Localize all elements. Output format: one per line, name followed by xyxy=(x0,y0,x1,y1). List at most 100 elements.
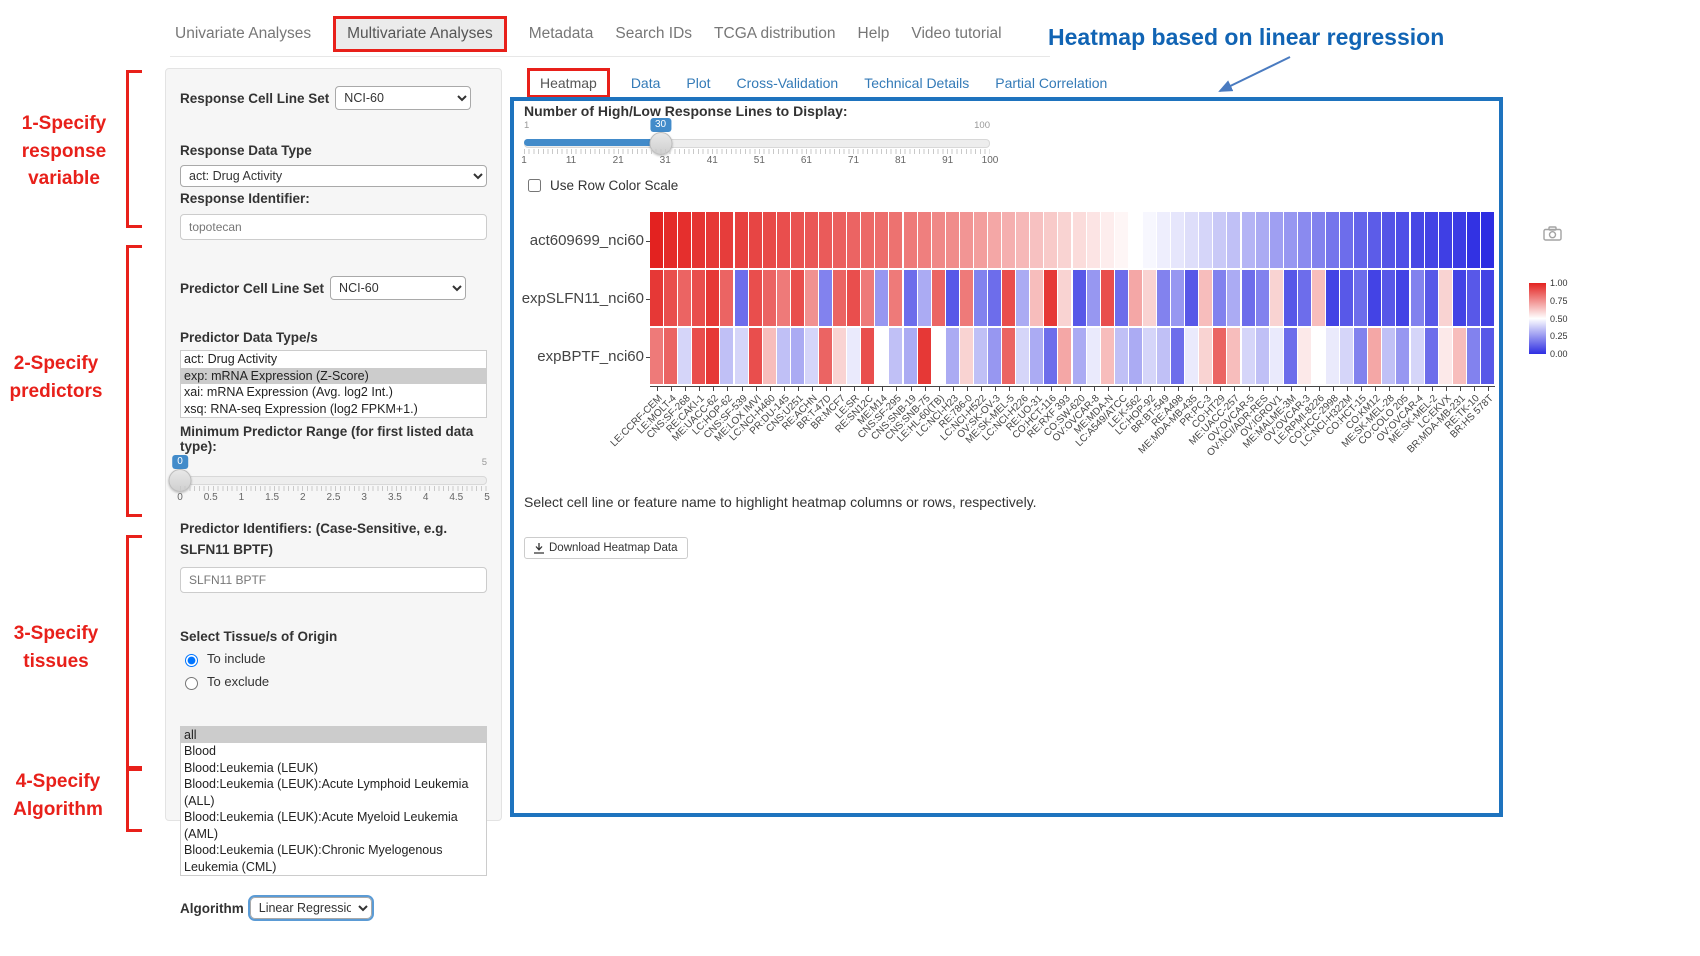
col-tick xyxy=(1488,387,1489,391)
tissue-option[interactable]: Blood:Leukemia (LEUK) xyxy=(181,760,486,777)
heatmap-cell xyxy=(735,270,748,326)
nav-item-multivariate-analyses[interactable]: Multivariate Analyses xyxy=(333,16,507,52)
slider-value-bubble: 30 xyxy=(650,118,671,132)
heatmap-cell xyxy=(805,328,818,384)
tab-plot[interactable]: Plot xyxy=(673,68,723,98)
heatmap-cell xyxy=(1270,270,1283,326)
slider-tick-label: 21 xyxy=(613,155,624,166)
nav-item-help[interactable]: Help xyxy=(858,25,890,43)
heatmap-cell xyxy=(1256,270,1269,326)
heatmap-row-label[interactable]: expBPTF_nci60 xyxy=(500,348,644,365)
nav-item-univariate-analyses[interactable]: Univariate Analyses xyxy=(175,25,311,43)
exclude-radio-input[interactable] xyxy=(185,677,198,690)
heatmap-cell xyxy=(1284,328,1297,384)
algorithm-select[interactable]: Linear Regression xyxy=(250,897,372,919)
tab-technical-details[interactable]: Technical Details xyxy=(851,68,982,98)
row-color-scale-checkbox[interactable]: Use Row Color Scale xyxy=(524,176,678,195)
heatmap-cell xyxy=(1030,212,1043,268)
tissue-option[interactable]: Blood:Leukemia (LEUK):Chronic Myelogenou… xyxy=(181,842,486,875)
slider-tick-marks xyxy=(524,149,990,154)
annotation-title: Heatmap based on linear regression xyxy=(1048,24,1444,51)
heatmap-cell xyxy=(932,212,945,268)
heatmap-cell xyxy=(1143,212,1156,268)
col-tick xyxy=(657,387,658,391)
predictor-data-type-option[interactable]: xai: mRNA Expression (Avg. log2 Int.) xyxy=(181,384,486,401)
tissue-option[interactable]: all xyxy=(181,727,486,744)
col-tick xyxy=(685,387,686,391)
lines-slider[interactable]: 1100301112131415161718191100 xyxy=(524,120,990,166)
col-tick xyxy=(1291,387,1292,391)
response-identifier-input[interactable] xyxy=(180,214,487,240)
heatmap-cell xyxy=(1058,328,1071,384)
min-predictor-range-slider[interactable]: 05000.511.522.533.544.55 xyxy=(180,457,487,513)
predictor-data-type-option[interactable]: act: Drug Activity xyxy=(181,351,486,368)
heatmap-cell xyxy=(833,328,846,384)
heatmap-cell xyxy=(1312,212,1325,268)
slider-track[interactable] xyxy=(180,476,487,485)
heatmap-cell xyxy=(678,270,691,326)
heatmap-cell xyxy=(1340,212,1353,268)
row-color-scale-input[interactable] xyxy=(528,179,541,192)
heatmap-cell xyxy=(1171,212,1184,268)
nav-item-metadata[interactable]: Metadata xyxy=(529,25,594,43)
col-tick xyxy=(1206,387,1207,391)
result-tabs: Heatmap DataPlotCross-ValidationTechnical… xyxy=(527,68,1120,98)
heatmap-cell xyxy=(1044,270,1057,326)
col-tick xyxy=(1403,387,1404,391)
response-data-type-select[interactable]: act: Drug Activity xyxy=(180,165,487,187)
tissue-option[interactable]: Blood:Leukemia (LEUK):Acute Myeloid Leuk… xyxy=(181,809,486,842)
heatmap-cell xyxy=(918,212,931,268)
row-tick xyxy=(646,241,650,242)
row-tick xyxy=(646,299,650,300)
tab-data[interactable]: Data xyxy=(618,68,674,98)
col-tick xyxy=(1375,387,1376,391)
tissue-option[interactable]: Blood:Leukemia (LEUK):Acute Lymphoid Leu… xyxy=(181,776,486,809)
tissue-include-radio[interactable]: To include xyxy=(180,651,487,667)
predictor-cell-line-set-select[interactable]: NCI-60 xyxy=(330,276,466,300)
heatmap-cell xyxy=(889,270,902,326)
nav-item-video-tutorial[interactable]: Video tutorial xyxy=(911,25,1001,43)
nav-divider xyxy=(170,56,1050,57)
heatmap-cell xyxy=(1270,328,1283,384)
slider-tick-label: 51 xyxy=(754,155,765,166)
response-cell-line-set-select[interactable]: NCI-60 xyxy=(335,86,471,110)
nav-item-tcga-distribution[interactable]: TCGA distribution xyxy=(714,25,835,43)
heatmap-cell xyxy=(1326,212,1339,268)
slider-tick-marks xyxy=(180,486,487,491)
min-predictor-range-label: Minimum Predictor Range (for first liste… xyxy=(180,424,487,454)
heatmap-cell xyxy=(1312,270,1325,326)
col-tick xyxy=(1474,387,1475,391)
heatmap-row-label[interactable]: expSLFN11_nci60 xyxy=(500,290,644,307)
tab-cross-validation[interactable]: Cross-Validation xyxy=(724,68,852,98)
include-radio-input[interactable] xyxy=(185,654,198,667)
heatmap-cell xyxy=(1284,270,1297,326)
heatmap-cell xyxy=(1185,328,1198,384)
tab-partial-correlation[interactable]: Partial Correlation xyxy=(982,68,1120,98)
predictor-identifiers-input[interactable] xyxy=(180,567,487,593)
predictor-data-type-option[interactable]: exp: mRNA Expression (Z-Score) xyxy=(181,368,486,385)
col-tick xyxy=(911,387,912,391)
tab-heatmap[interactable]: Heatmap xyxy=(527,68,610,98)
nav-item-search-ids[interactable]: Search IDs xyxy=(615,25,692,43)
col-tick xyxy=(995,387,996,391)
heatmap-cell xyxy=(1411,328,1424,384)
tissue-exclude-radio[interactable]: To exclude xyxy=(180,674,487,690)
heatmap-cell xyxy=(1256,328,1269,384)
heatmap-cell xyxy=(777,212,790,268)
heatmap-cell xyxy=(1368,212,1381,268)
heatmap-cell xyxy=(1115,212,1128,268)
heatmap-cell xyxy=(1044,328,1057,384)
camera-icon[interactable] xyxy=(1543,226,1562,241)
predictor-data-type-option[interactable]: xsq: RNA-seq Expression (log2 FPKM+1.) xyxy=(181,401,486,418)
col-tick xyxy=(1122,387,1123,391)
heatmap-row-label[interactable]: act609699_nci60 xyxy=(500,232,644,249)
heatmap-cell xyxy=(1199,212,1212,268)
heatmap-cell xyxy=(1143,270,1156,326)
tissue-option[interactable]: Blood xyxy=(181,743,486,760)
heatmap-cell xyxy=(1185,212,1198,268)
heatmap-cell xyxy=(1002,270,1015,326)
heatmap-cell xyxy=(847,328,860,384)
predictor-cell-line-set-label: Predictor Cell Line Set xyxy=(180,281,324,296)
slider-min-label: 1 xyxy=(524,120,529,131)
download-heatmap-button[interactable]: Download Heatmap Data xyxy=(524,537,688,559)
